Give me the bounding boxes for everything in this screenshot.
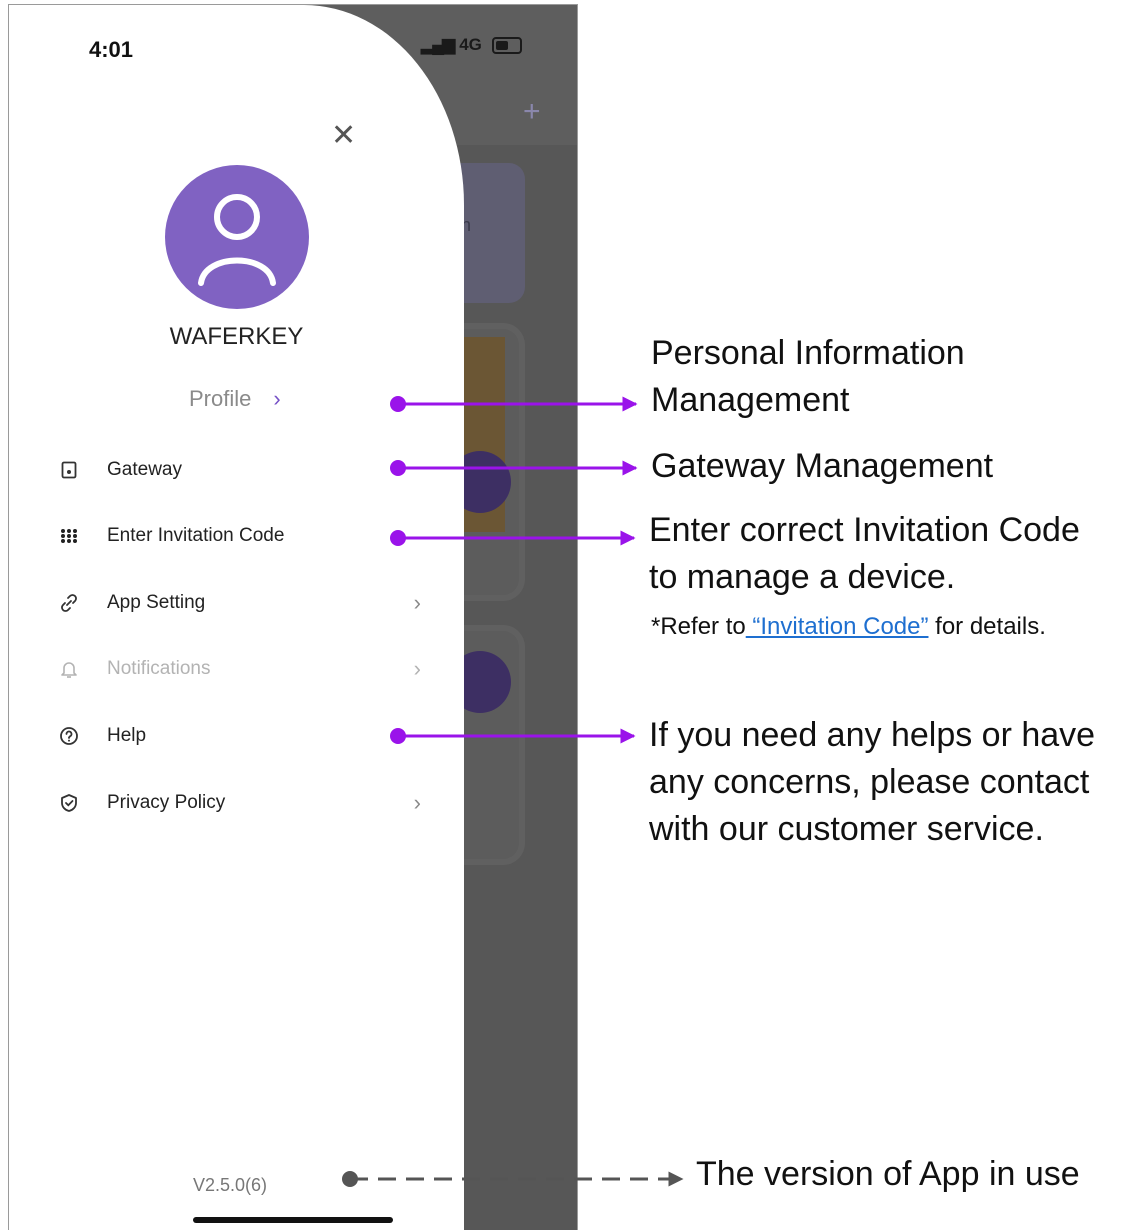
network-label: 4G xyxy=(459,35,482,54)
username: WAFERKEY xyxy=(169,323,304,350)
battery-icon xyxy=(491,36,522,54)
close-icon[interactable]: ✕ xyxy=(331,121,356,151)
annotation-help: If you need any helps or have any concer… xyxy=(649,712,1095,853)
chevron-right-icon: › xyxy=(413,790,421,815)
annotation-line: Management xyxy=(651,381,850,419)
avatar[interactable] xyxy=(165,165,309,309)
phone-screen: + n ▂▄▆ 4G 4:01 ✕ WAFERKEY Profile › Gate… xyxy=(8,4,578,1230)
chevron-right-icon: › xyxy=(413,590,421,615)
profile-link[interactable]: Profile › xyxy=(189,386,281,412)
gateway-icon xyxy=(57,458,81,482)
annotation-line: If you need any helps or have xyxy=(649,716,1096,754)
menu-item-label: Notifications xyxy=(107,658,211,679)
annotation-line: with our customer service. xyxy=(649,810,1044,848)
menu-item-label: Privacy Policy xyxy=(107,792,226,813)
chevron-right-icon: › xyxy=(413,656,421,681)
link-icon xyxy=(57,591,81,615)
reference-suffix: for details. xyxy=(928,613,1046,640)
menu-item-label: App Setting xyxy=(107,592,206,613)
annotation-profile: Personal Information Management xyxy=(651,330,965,424)
user-icon xyxy=(198,194,276,286)
annotation-line: Personal Information xyxy=(651,334,965,372)
menu-item-privacy-policy[interactable]: Privacy Policy › xyxy=(57,783,421,823)
side-drawer: 4:01 ✕ WAFERKEY Profile › Gateway Enter … xyxy=(9,5,464,1230)
signal-icon: ▂▄▆ xyxy=(421,35,455,54)
bell-icon xyxy=(57,657,81,681)
profile-label: Profile xyxy=(189,386,252,411)
reference-prefix: *Refer to xyxy=(651,613,746,640)
chevron-right-icon: › xyxy=(273,386,281,411)
annotation-line: to manage a device. xyxy=(649,558,956,596)
menu-item-notifications[interactable]: Notifications › xyxy=(57,649,421,689)
menu-item-label: Help xyxy=(107,725,147,746)
annotation-invitation: Enter correct Invitation Code to manage … xyxy=(649,507,1080,601)
app-version: V2.5.0(6) xyxy=(193,1175,268,1195)
menu-item-label: Enter Invitation Code xyxy=(107,525,285,546)
annotation-gateway: Gateway Management xyxy=(651,447,994,485)
shield-icon xyxy=(57,791,81,815)
menu-item-label: Gateway xyxy=(107,459,182,480)
home-indicator[interactable] xyxy=(193,1217,393,1223)
menu-item-app-setting[interactable]: App Setting › xyxy=(57,583,421,623)
add-device-icon[interactable]: + xyxy=(523,97,541,127)
status-indicators: ▂▄▆ 4G xyxy=(421,35,522,55)
annotation-version: The version of App in use xyxy=(696,1155,1080,1193)
annotation-line: Enter correct Invitation Code xyxy=(649,511,1080,549)
invitation-code-link[interactable]: “Invitation Code” xyxy=(746,613,928,640)
help-icon xyxy=(57,724,81,748)
keypad-icon xyxy=(57,524,81,548)
status-time: 4:01 xyxy=(89,37,134,62)
menu-item-help[interactable]: Help xyxy=(57,716,417,756)
annotation-invitation-reference: *Refer to “Invitation Code” for details. xyxy=(651,612,1046,642)
menu-item-gateway[interactable]: Gateway xyxy=(57,450,417,490)
annotation-line: any concerns, please contact xyxy=(649,763,1090,801)
menu-item-invitation-code[interactable]: Enter Invitation Code xyxy=(57,516,417,556)
